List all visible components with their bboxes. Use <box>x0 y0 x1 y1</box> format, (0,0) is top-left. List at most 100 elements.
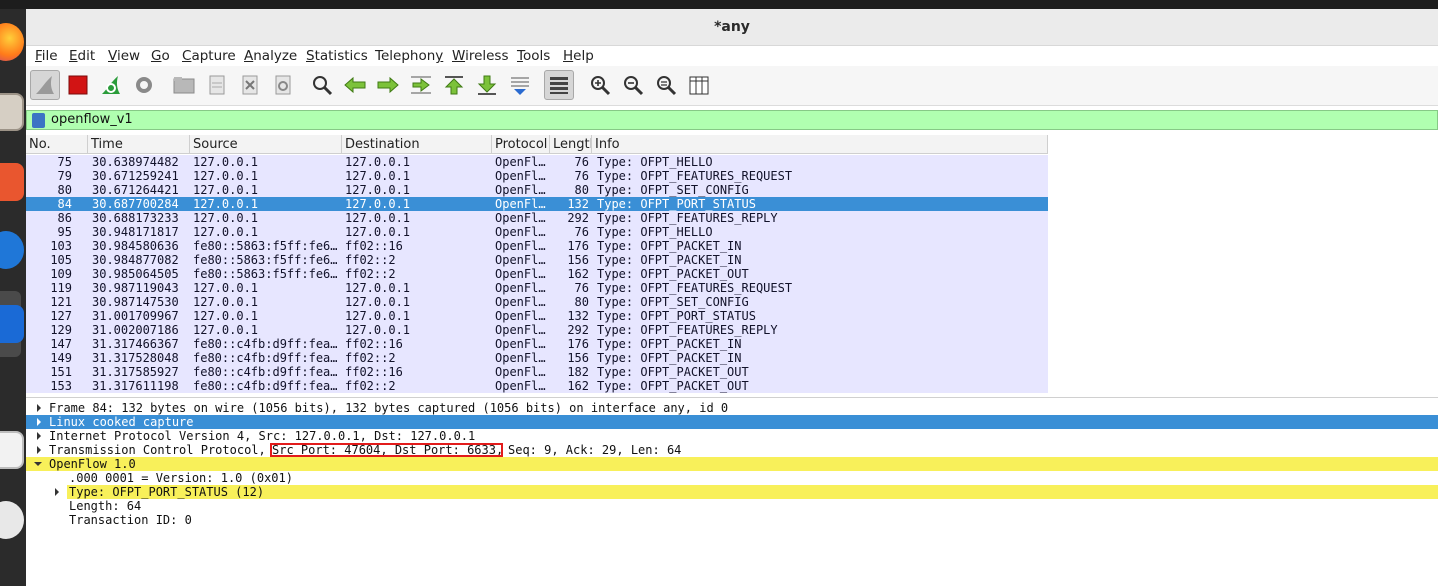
detail-tcp-row[interactable]: Transmission Control Protocol, Src Port:… <box>26 443 1438 457</box>
packet-row[interactable]: 151 31.317585927 fe80::c4fb:d9ff:fea… ff02:… <box>26 365 1048 379</box>
packet-row[interactable]: 103 30.984580636 fe80::5863:f5ff:fe6… ff02:… <box>26 239 1048 253</box>
colorize-icon[interactable] <box>544 70 574 100</box>
wireshark-window: *any File Edit View Go Capture Analyze Statist… <box>26 9 1438 586</box>
display-filter-input[interactable]: openflow_v1 <box>51 112 133 127</box>
packet-cell-info: Type: OFPT_PORT_STATUS <box>597 309 756 323</box>
menu-edit[interactable]: Edit <box>69 48 95 64</box>
software-icon[interactable] <box>0 163 24 201</box>
stop-icon[interactable] <box>63 70 93 100</box>
restart-capture-icon[interactable] <box>96 70 126 100</box>
packet-cell-proto: OpenFl… <box>495 281 546 295</box>
text-editor-icon[interactable] <box>0 431 24 469</box>
packet-cell-time: 31.317611198 <box>92 379 179 393</box>
column-header-source[interactable]: Source <box>190 135 342 154</box>
expand-arrow-icon[interactable] <box>34 401 44 415</box>
packet-row[interactable]: 79 30.671259241 127.0.0.1 127.0.0.1 OpenFl… 7… <box>26 169 1048 183</box>
autoscroll-icon[interactable] <box>505 70 535 100</box>
detail-ip-row[interactable]: Internet Protocol Version 4, Src: 127.0.… <box>26 429 1438 443</box>
detail-frame-row[interactable]: Frame 84: 132 bytes on wire (1056 bits),… <box>26 401 1438 415</box>
files-icon[interactable] <box>0 93 24 131</box>
column-header-info[interactable]: Info <box>592 135 1048 154</box>
zoom-out-icon[interactable] <box>618 70 648 100</box>
packet-cell-src: 127.0.0.1 <box>193 225 259 239</box>
zoom-in-icon[interactable] <box>585 70 615 100</box>
detail-openflow-row[interactable]: OpenFlow 1.0 <box>26 457 1438 471</box>
close-file-icon[interactable] <box>235 70 265 100</box>
menu-go[interactable]: Go <box>151 48 170 64</box>
packet-row[interactable]: 149 31.317528048 fe80::c4fb:d9ff:fea… ff02:… <box>26 351 1048 365</box>
save-file-icon[interactable] <box>202 70 232 100</box>
collapse-arrow-icon[interactable] <box>32 457 42 471</box>
column-header-time[interactable]: Time <box>88 135 190 154</box>
detail-xid-row[interactable]: Transaction ID: 0 <box>26 513 1438 527</box>
column-header-no[interactable]: No. <box>26 135 88 154</box>
packet-cell-dst: ff02::16 <box>345 337 403 351</box>
packet-cell-src: fe80::c4fb:d9ff:fea… <box>193 351 338 365</box>
column-header-protocol[interactable]: Protocol <box>492 135 550 154</box>
detail-linux-row[interactable]: Linux cooked capture <box>26 415 1438 429</box>
detail-type-row[interactable]: Type: OFPT_PORT_STATUS (12) <box>26 485 1438 499</box>
packet-row[interactable]: 127 31.001709967 127.0.0.1 127.0.0.1 OpenFl…… <box>26 309 1048 323</box>
packet-cell-proto: OpenFl… <box>495 253 546 267</box>
packet-cell-info: Type: OFPT_FEATURES_REQUEST <box>597 169 793 183</box>
packet-row[interactable]: 129 31.002007186 127.0.0.1 127.0.0.1 OpenFl…… <box>26 323 1048 337</box>
detail-type-text: Type: OFPT_PORT_STATUS (12) <box>69 485 265 499</box>
packet-row[interactable]: 153 31.317611198 fe80::c4fb:d9ff:fea… ff02:… <box>26 379 1048 393</box>
menu-capture[interactable]: Capture <box>182 48 236 64</box>
menu-help[interactable]: Help <box>563 48 594 64</box>
detail-ip-text: Internet Protocol Version 4, Src: 127.0.… <box>49 429 476 443</box>
expand-arrow-icon[interactable] <box>34 429 44 443</box>
packet-row[interactable]: 121 30.987147530 127.0.0.1 127.0.0.1 OpenFl…… <box>26 295 1048 309</box>
packet-cell-dst: 127.0.0.1 <box>345 281 411 295</box>
packet-cell-src: 127.0.0.1 <box>193 309 259 323</box>
menu-view[interactable]: View <box>108 48 140 64</box>
packet-row[interactable]: 80 30.671264421 127.0.0.1 127.0.0.1 OpenFl… 8… <box>26 183 1048 197</box>
bookmark-icon[interactable] <box>32 113 45 128</box>
packet-cell-len: 80 <box>574 295 589 309</box>
find-packet-icon[interactable] <box>307 70 337 100</box>
menu-analyze[interactable]: Analyze <box>244 48 297 64</box>
go-first-icon[interactable] <box>439 70 469 100</box>
packet-row[interactable]: 84 30.687700284 127.0.0.1 127.0.0.1 OpenFl… 1… <box>26 197 1048 211</box>
packet-row[interactable]: 147 31.317466367 fe80::c4fb:d9ff:fea… ff02:… <box>26 337 1048 351</box>
detail-length-row[interactable]: Length: 64 <box>26 499 1438 513</box>
column-header-destination[interactable]: Destination <box>342 135 492 154</box>
detail-tcp-suffix: Seq: 9, Ack: 29, Len: 64 <box>508 443 682 457</box>
expand-arrow-icon[interactable] <box>34 443 44 457</box>
go-forward-icon[interactable] <box>373 70 403 100</box>
zoom-normal-icon[interactable] <box>651 70 681 100</box>
shark-fin-icon[interactable] <box>30 70 60 100</box>
packet-cell-no: 129 <box>50 323 72 337</box>
go-to-packet-icon[interactable] <box>406 70 436 100</box>
packet-row[interactable]: 75 30.638974482 127.0.0.1 127.0.0.1 OpenFl… 7… <box>26 155 1048 169</box>
packet-row[interactable]: 86 30.688173233 127.0.0.1 127.0.0.1 OpenFl… 2… <box>26 211 1048 225</box>
menu-file[interactable]: File <box>35 48 58 64</box>
packet-row[interactable]: 105 30.984877082 fe80::5863:f5ff:fe6… ff02:… <box>26 253 1048 267</box>
expand-arrow-icon[interactable] <box>34 415 44 429</box>
packet-cell-len: 176 <box>567 337 589 351</box>
wireshark-dock-icon[interactable] <box>0 305 24 343</box>
column-header-length[interactable]: Length <box>550 135 592 154</box>
detail-version-row[interactable]: .000 0001 = Version: 1.0 (0x01) <box>26 471 1438 485</box>
menu-tools[interactable]: Tools <box>517 48 550 64</box>
packet-cell-proto: OpenFl… <box>495 155 546 169</box>
capture-options-icon[interactable] <box>129 70 159 100</box>
firefox-icon[interactable] <box>0 23 24 61</box>
menu-statistics[interactable]: Statistics <box>306 48 368 64</box>
display-filter-bar[interactable]: openflow_v1 <box>26 110 1438 130</box>
packet-cell-info: Type: OFPT_PACKET_IN <box>597 253 742 267</box>
packet-cell-no: 149 <box>50 351 72 365</box>
go-last-icon[interactable] <box>472 70 502 100</box>
menu-telephony[interactable]: Telephony <box>375 48 443 64</box>
go-back-icon[interactable] <box>340 70 370 100</box>
expand-arrow-icon[interactable] <box>52 485 62 499</box>
help-icon[interactable] <box>0 231 24 269</box>
resize-columns-icon[interactable] <box>684 70 714 100</box>
packet-row[interactable]: 119 30.987119043 127.0.0.1 127.0.0.1 OpenFl…… <box>26 281 1048 295</box>
packet-row[interactable]: 95 30.948171817 127.0.0.1 127.0.0.1 OpenFl… 7… <box>26 225 1048 239</box>
disc-icon[interactable] <box>0 501 24 539</box>
menu-wireless[interactable]: Wireless <box>452 48 509 64</box>
reload-icon[interactable] <box>268 70 298 100</box>
packet-row[interactable]: 109 30.985064505 fe80::5863:f5ff:fe6… ff02:… <box>26 267 1048 281</box>
open-folder-icon[interactable] <box>169 70 199 100</box>
